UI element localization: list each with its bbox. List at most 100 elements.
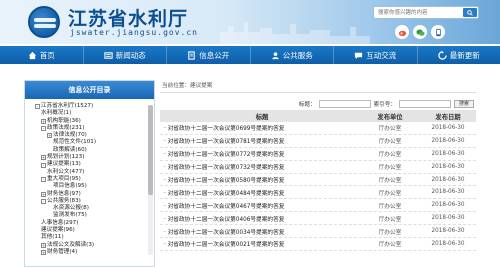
tree-item[interactable]: 人事信息(297) — [35, 220, 152, 227]
expand-icon[interactable]: + — [41, 242, 46, 248]
search-input[interactable] — [374, 7, 462, 18]
nav-item-news[interactable]: 新闻动态 — [84, 46, 167, 64]
breadcrumb: 当前位置：建议提案 — [160, 80, 476, 93]
search-box — [373, 6, 479, 19]
tree-item[interactable]: - 建议提案(13) — [35, 161, 152, 168]
weibo-icon[interactable] — [395, 25, 409, 39]
expand-icon[interactable]: + — [47, 133, 52, 139]
row-unit: 厅办公室 — [378, 139, 402, 146]
expand-icon[interactable]: + — [41, 250, 46, 256]
news-icon — [104, 51, 113, 59]
search-icon — [467, 9, 473, 16]
nav-item-info[interactable]: 信息公开 — [167, 46, 251, 64]
skyline-decoration — [220, 22, 370, 44]
tree-item-label: 项目信息(95) — [53, 183, 87, 190]
row-unit: 厅办公室 — [378, 178, 402, 184]
main-nav: 首页 新闻动态 信息公开 公共服务 互动交流 最新更新 — [0, 46, 500, 64]
row-title-link[interactable]: · 对省政协十二届一次会议第0034号提案的答复 — [160, 227, 360, 236]
table-row: · 对省政协十二届一次会议第0781号提案的答复 厅办公室 2018-06-30 — [160, 135, 476, 148]
collapse-icon[interactable]: - — [41, 162, 46, 168]
expand-icon[interactable]: + — [41, 191, 46, 197]
row-title-link[interactable]: · 对省政协十二届一次会议第0772号提案的答复 — [160, 149, 360, 158]
row-unit: 厅办公室 — [378, 190, 402, 197]
info-icon — [188, 50, 195, 60]
tree-item[interactable]: 政策解读(60) — [35, 147, 152, 154]
row-unit: 厅办公室 — [378, 152, 402, 159]
row-title-link[interactable]: · 对省政协十二届一次会议第0732号提案的答复 — [160, 162, 360, 171]
nav-item-latest[interactable]: 最新更新 — [418, 46, 500, 64]
row-date: 2018-06-30 — [431, 240, 465, 247]
tree-item-label: 水利公文(477) — [47, 168, 85, 175]
title-filter-input[interactable] — [318, 99, 371, 108]
tree-item-label: 财务管理(4) — [47, 248, 78, 255]
number-filter-input[interactable] — [398, 99, 451, 108]
row-title-link[interactable]: · 对省政协十二届一次会议第0781号提案的答复 — [160, 136, 360, 145]
catalog-tree: - 江苏省水利厅(1527) 水利概况(1) + 机构职能(36) - 政策法规(231) +… — [25, 99, 154, 256]
tree-item-label: 人事信息(297) — [41, 219, 79, 226]
table-row: · 对省政协十二届一次会议第0034号提案的答复 厅办公室 2018-06-30 — [160, 225, 476, 239]
tree-item[interactable]: 规范性文件(101) — [35, 139, 152, 146]
tree-item[interactable]: 水利公文(477) — [35, 169, 152, 176]
site-logo[interactable] — [28, 6, 60, 38]
row-title-link[interactable]: · 对省政协十二届一次会议第0406号提案的答复 — [160, 214, 360, 223]
refresh-icon — [438, 50, 447, 60]
table-row: · 对省政协十二届一次会议第0484号提案的答复 厅办公室 2018-06-30 — [160, 186, 476, 200]
tree-item[interactable]: 水利概况(1) — [35, 110, 152, 117]
table-row: · 对省政协十二届一次会议第0772号提案的答复 厅办公室 2018-06-30 — [160, 148, 476, 161]
tree-item-label: 政策解读(60) — [53, 146, 87, 153]
wechat-icon[interactable] — [413, 25, 427, 39]
chat-icon — [355, 52, 363, 59]
filter-bar: 标题： 索引号： 搜索 — [160, 97, 476, 110]
row-unit: 厅办公室 — [378, 242, 402, 249]
tree-item[interactable]: + 财务管理(4) — [35, 249, 152, 256]
sidebar-title: 信息公开目录 — [25, 81, 154, 99]
row-date: 2018-06-30 — [431, 176, 465, 183]
row-unit: 厅办公室 — [378, 216, 402, 223]
nav-item-home[interactable]: 首页 — [0, 46, 84, 64]
table-row: · 对省政协十二届一次会议第0406号提案的答复 厅办公室 2018-06-30 — [160, 212, 476, 226]
collapse-icon[interactable]: - — [41, 126, 46, 132]
nav-item-service[interactable]: 公共服务 — [251, 46, 334, 64]
expand-icon[interactable]: + — [41, 155, 46, 161]
title-filter-label: 标题： — [298, 101, 316, 108]
tree-item[interactable]: 项目信息(95) — [35, 183, 152, 190]
nav-label: 信息公开 — [199, 50, 230, 60]
site-title[interactable]: 江苏省水利厅 — [68, 4, 188, 31]
app-icon[interactable] — [431, 25, 445, 39]
row-title-link[interactable]: · 对省政协十二届一次会议第0467号提案的答复 — [160, 201, 360, 210]
col-unit: 发布单位 — [377, 113, 403, 121]
tree-item[interactable]: + 法规公文及解读(3) — [35, 242, 152, 249]
row-date: 2018-06-30 — [431, 228, 465, 235]
collapse-icon[interactable]: - — [41, 199, 46, 204]
table-header: 标题 发布单位 发布日期 — [160, 110, 476, 122]
table-row: · 对省政协十二届一次会议第0699号提案的答复 厅办公室 2018-06-30 — [160, 122, 476, 135]
home-icon — [28, 51, 36, 59]
tree-item-label: 财务信息(97) — [47, 190, 81, 197]
tree-item[interactable]: + 机构职能(36) — [35, 118, 152, 125]
table-row: · 对省政协十二届一次会议第0467号提案的答复 厅办公室 2018-06-30 — [160, 199, 476, 213]
table-row: · 对省政协十二届一次会议第0021号提案的答复 厅办公室 2018-06-30 — [160, 238, 476, 251]
nav-item-interact[interactable]: 互动交流 — [334, 46, 418, 64]
col-title: 标题 — [255, 113, 269, 121]
tree-item[interactable]: 监测发布(75) — [35, 212, 152, 219]
col-date: 发布日期 — [435, 113, 461, 121]
nav-label: 公共服务 — [282, 50, 313, 60]
row-title-link[interactable]: · 对省政协十二届一次会议第0699号提案的答复 — [160, 123, 360, 132]
nav-label: 首页 — [39, 50, 55, 60]
collapse-icon[interactable]: - — [41, 177, 46, 183]
row-title-link[interactable]: · 对省政协十二届一次会议第0021号提案的答复 — [160, 239, 360, 248]
row-title-link[interactable]: · 对省政协十二届一次会议第0484号提案的答复 — [160, 188, 360, 197]
collapse-icon[interactable]: - — [35, 104, 40, 110]
table-row: · 对省政协十二届一次会议第0732号提案的答复 厅办公室 2018-06-30 — [160, 161, 476, 174]
sidebar-scrollbar[interactable] — [148, 105, 153, 255]
row-title-link[interactable]: · 对省政协十二届一次会议第0580号提案的答复 — [160, 175, 360, 184]
tree-item-label: 水利概况(1) — [41, 110, 72, 117]
tree-item[interactable]: + 财务信息(97) — [35, 191, 152, 198]
filter-search-button[interactable]: 搜索 — [453, 99, 474, 108]
row-date: 2018-06-30 — [431, 137, 465, 144]
tree-item[interactable]: 其他(11) — [35, 234, 152, 241]
number-filter-label: 索引号： — [373, 101, 396, 108]
row-unit: 厅办公室 — [378, 126, 402, 133]
search-button[interactable] — [463, 8, 477, 17]
expand-icon[interactable]: + — [41, 118, 46, 124]
